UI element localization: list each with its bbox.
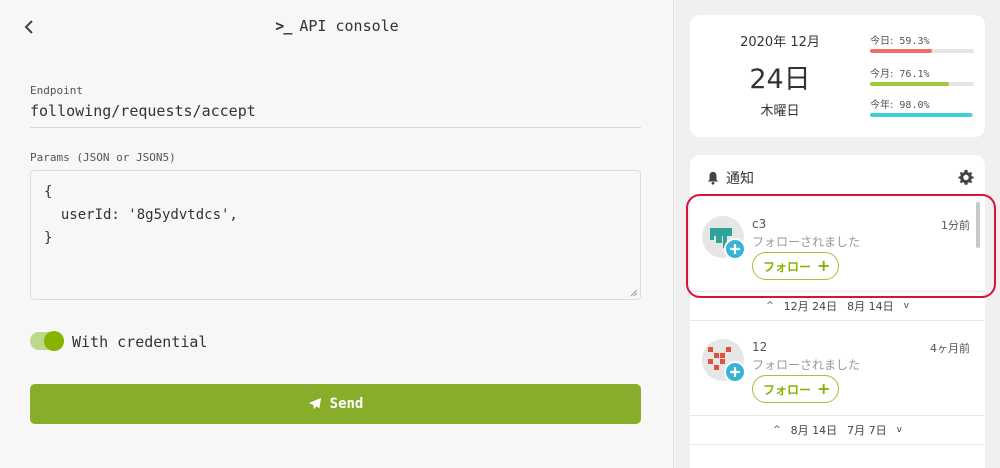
send-button[interactable]: Send xyxy=(30,384,641,424)
separator-newer: 8月 14日 xyxy=(790,424,838,437)
avatar[interactable] xyxy=(702,339,746,383)
endpoint-label: Endpoint xyxy=(30,84,83,97)
separator-newer: 12月 24日 xyxy=(783,300,838,313)
stat-value: 98.0% xyxy=(899,100,930,111)
notification-user[interactable]: c3 xyxy=(752,217,766,231)
follow-button[interactable]: フォロー + xyxy=(752,375,840,403)
follow-badge-icon xyxy=(724,238,746,260)
notification-item[interactable]: c3 1分前 フォローされました フォロー + xyxy=(690,197,985,295)
stat-value: 59.3% xyxy=(899,36,930,47)
progress-fill xyxy=(870,49,932,53)
params-label: Params (JSON or JSON5) xyxy=(30,151,176,164)
resize-grip-icon[interactable] xyxy=(630,289,638,297)
chevron-up-icon: ^ xyxy=(766,301,774,311)
endpoint-input[interactable]: following/requests/accept xyxy=(30,102,641,128)
credential-toggle[interactable] xyxy=(30,331,64,351)
sidebar: 2020年 12月 24日 木曜日 今日: 59.3% 今月: 76.1% 今年… xyxy=(675,0,1000,468)
stat-today: 今日: 59.3% xyxy=(870,32,974,53)
params-textarea[interactable]: { userId: '8g5ydvtdcs', } xyxy=(30,170,641,300)
notification-message: フォローされました xyxy=(752,358,861,372)
paper-plane-icon xyxy=(308,397,321,410)
scrollbar-thumb[interactable] xyxy=(976,202,980,248)
plus-icon xyxy=(730,244,740,254)
notifications-widget: 通知 c3 1分前 フォローされました フォロー + ^ 12月 24日 8月 … xyxy=(690,155,985,468)
credential-label: With credential xyxy=(72,333,208,351)
terminal-icon: >_ xyxy=(275,17,292,35)
date-day: 24日 xyxy=(749,64,811,95)
progress-fill xyxy=(870,113,972,117)
stat-label: 今日: xyxy=(870,36,894,47)
params-line: { xyxy=(44,184,53,200)
separator-older: 7月 7日 xyxy=(847,424,887,437)
stat-year: 今年: 98.0% xyxy=(870,96,974,117)
plus-icon: + xyxy=(817,379,831,398)
notification-message: フォローされました xyxy=(752,235,861,249)
progress-track xyxy=(870,49,974,53)
stat-month: 今月: 76.1% xyxy=(870,65,974,86)
notifications-header: 通知 xyxy=(690,155,985,197)
plus-icon xyxy=(730,367,740,377)
stat-label: 今年: xyxy=(870,100,894,111)
stat-value: 76.1% xyxy=(899,69,930,80)
gear-icon[interactable] xyxy=(957,168,975,186)
notification-user[interactable]: 12 xyxy=(752,340,767,354)
follow-label: フォロー xyxy=(763,259,812,274)
page-title: >_ API console xyxy=(0,17,674,35)
params-line: } xyxy=(44,230,53,246)
follow-badge-icon xyxy=(724,361,746,383)
follow-button[interactable]: フォロー + xyxy=(752,252,840,280)
toggle-knob xyxy=(44,331,64,351)
page-title-text: API console xyxy=(299,17,399,35)
notification-time: 4ヶ月前 xyxy=(930,342,970,355)
progress-track xyxy=(870,113,974,117)
follow-label: フォロー xyxy=(763,382,812,397)
separator-older: 8月 14日 xyxy=(847,300,894,313)
progress-fill xyxy=(870,82,950,86)
notification-time: 1分前 xyxy=(941,219,970,232)
date-widget: 2020年 12月 24日 木曜日 今日: 59.3% 今月: 76.1% 今年… xyxy=(690,15,985,137)
date-separator: ^ 12月 24日 8月 14日 v xyxy=(690,291,985,321)
chevron-down-icon: v xyxy=(896,425,902,435)
bell-icon xyxy=(707,171,719,185)
chevron-up-icon: ^ xyxy=(773,425,781,435)
date-separator: ^ 8月 14日 7月 7日 v xyxy=(690,415,985,445)
api-console-panel: >_ API console Endpoint following/reques… xyxy=(0,0,674,468)
notifications-title: 通知 xyxy=(726,171,754,187)
chevron-down-icon: v xyxy=(903,301,909,311)
app-root: >_ API console Endpoint following/reques… xyxy=(0,0,1000,468)
progress-track xyxy=(870,82,974,86)
stat-label: 今月: xyxy=(870,69,894,80)
send-label: Send xyxy=(329,396,364,412)
date-year-month: 2020年 12月 xyxy=(740,35,820,50)
notification-item[interactable]: 12 4ヶ月前 フォローされました フォロー + xyxy=(690,320,985,418)
params-line: userId: '8g5ydvtdcs', xyxy=(44,207,238,223)
plus-icon: + xyxy=(817,256,831,275)
console-header: >_ API console xyxy=(0,0,674,56)
date-weekday: 木曜日 xyxy=(760,104,800,119)
avatar[interactable] xyxy=(702,216,746,260)
